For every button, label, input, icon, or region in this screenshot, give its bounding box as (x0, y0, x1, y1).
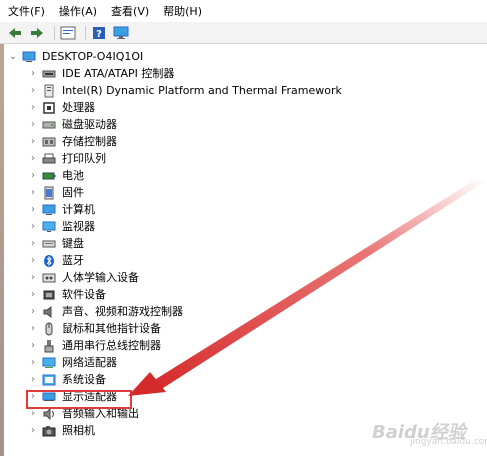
watermark-url: jingyan.baidu.com (410, 437, 487, 447)
window-left-edge (0, 44, 4, 456)
annotation-arrow (128, 178, 484, 396)
